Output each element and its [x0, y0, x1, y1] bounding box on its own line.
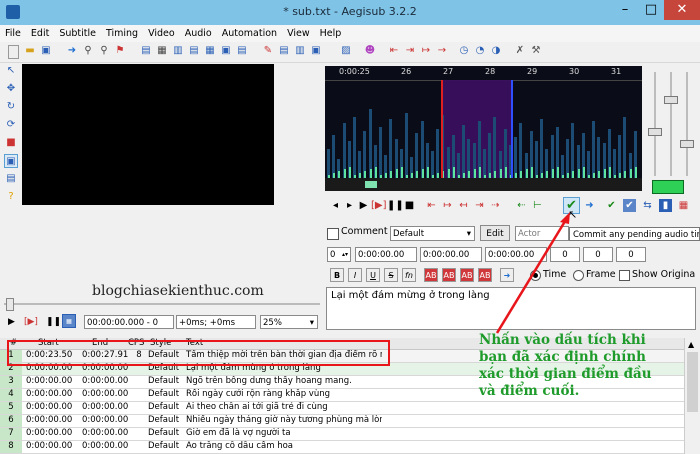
- annotation-text: Nhấn vào dấu tích khi bạn đã xác định ch…: [479, 332, 652, 399]
